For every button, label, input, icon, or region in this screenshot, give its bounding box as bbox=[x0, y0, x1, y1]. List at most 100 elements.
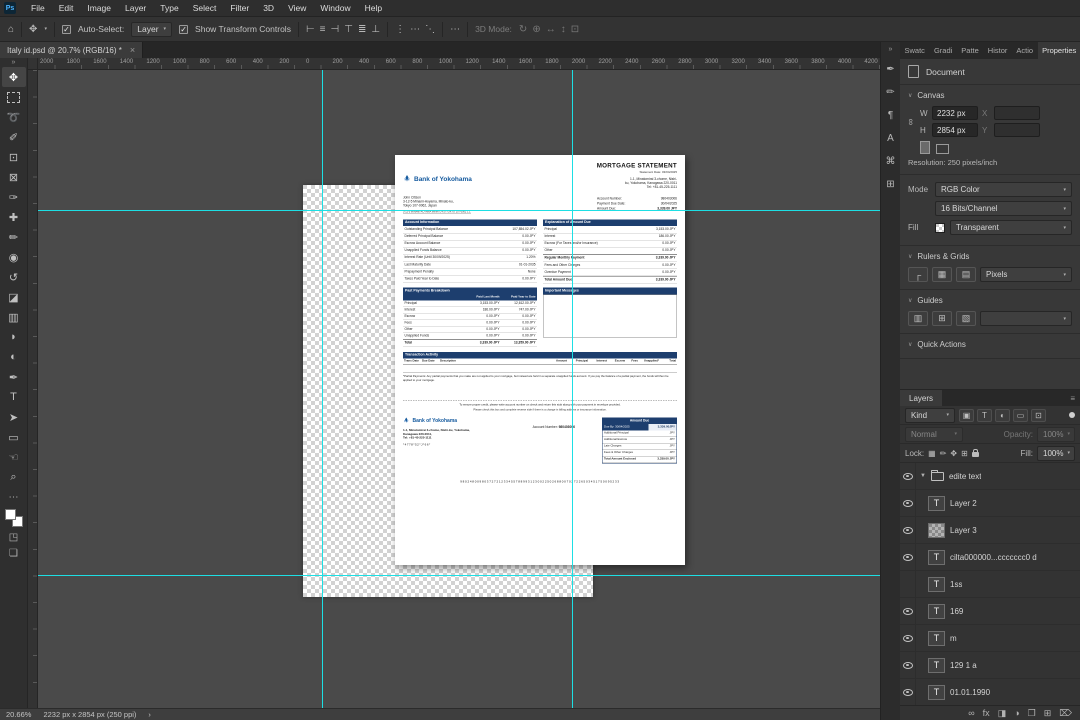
landscape-orientation-button[interactable] bbox=[936, 144, 949, 154]
filter-pixel-layers-icon[interactable]: ▣ bbox=[959, 408, 974, 422]
lock-transparent-pixels-icon[interactable]: ▦ bbox=[928, 449, 936, 458]
document-tab[interactable]: Italy id.psd @ 20.7% (RGB/16) * × bbox=[0, 42, 144, 58]
menu-window[interactable]: Window bbox=[313, 0, 357, 17]
menu-layer[interactable]: Layer bbox=[118, 0, 153, 17]
chevron-down-icon[interactable]: ∨ bbox=[908, 297, 912, 304]
toggle-grid-icon[interactable]: ▦ bbox=[932, 267, 952, 282]
guides-from-shape-icon[interactable]: ⊞ bbox=[932, 311, 952, 326]
brush-settings-panel-icon[interactable]: ✒ bbox=[883, 61, 899, 77]
align-right-edges-icon[interactable]: ⊣ bbox=[331, 24, 340, 35]
align-vertical-centers-icon[interactable]: ≣ bbox=[358, 24, 366, 35]
lasso-tool[interactable]: ➰ bbox=[2, 107, 26, 127]
filter-kind-select[interactable]: Kind ▾ bbox=[905, 407, 955, 423]
path-selection-tool[interactable]: ➤ bbox=[2, 407, 26, 427]
new-group-icon[interactable]: ❐ bbox=[1028, 708, 1036, 719]
visibility-toggle[interactable] bbox=[900, 571, 916, 597]
fill-select[interactable]: Transparent ▾ bbox=[950, 220, 1072, 235]
zoom-level[interactable]: 20.66% bbox=[6, 710, 31, 719]
visibility-toggle[interactable] bbox=[900, 652, 916, 678]
eyedropper-tool[interactable]: ✑ bbox=[2, 187, 26, 207]
layer-row[interactable]: T 1ss bbox=[900, 571, 1080, 598]
height-field[interactable]: 2854 px bbox=[932, 123, 978, 137]
visibility-toggle[interactable] bbox=[900, 490, 916, 516]
layer-row[interactable]: Tm bbox=[900, 625, 1080, 652]
visibility-toggle[interactable] bbox=[900, 463, 916, 489]
close-icon[interactable]: × bbox=[130, 45, 135, 55]
3d-slide-icon[interactable]: ↕ bbox=[561, 24, 566, 35]
3d-scale-icon[interactable]: ⊡ bbox=[571, 24, 579, 35]
layer-row[interactable]: Layer 3 bbox=[900, 517, 1080, 544]
align-top-edges-icon[interactable]: ⊤ bbox=[344, 24, 353, 35]
menu-image[interactable]: Image bbox=[80, 0, 118, 17]
blur-tool[interactable]: ◗ bbox=[2, 327, 26, 347]
layer-effects-icon[interactable]: fx bbox=[983, 708, 990, 718]
crop-tool[interactable]: ⊡ bbox=[2, 147, 26, 167]
align-horizontal-centers-icon[interactable]: ≡ bbox=[320, 24, 326, 35]
brushes-panel-icon[interactable]: ✏ bbox=[883, 84, 899, 100]
filter-smart-objects-icon[interactable]: ⊡ bbox=[1031, 408, 1046, 422]
width-field[interactable]: 2232 px bbox=[932, 106, 978, 120]
guide-horizontal[interactable] bbox=[38, 575, 880, 576]
pen-tool[interactable]: ✒ bbox=[2, 367, 26, 387]
hand-tool[interactable]: ☜ bbox=[2, 447, 26, 467]
chevron-down-icon[interactable]: ∨ bbox=[908, 341, 912, 348]
layer-row[interactable]: ▼ edite text bbox=[900, 463, 1080, 490]
color-swatches[interactable] bbox=[4, 509, 23, 527]
opacity-select[interactable]: 100% ▾ bbox=[1037, 426, 1075, 442]
3d-drag-icon[interactable]: ↔ bbox=[546, 24, 556, 35]
toolbar-collapse-icon[interactable]: » bbox=[12, 58, 16, 67]
status-chevron-icon[interactable]: › bbox=[148, 710, 151, 719]
blend-mode-select[interactable]: Normal ▾ bbox=[905, 426, 963, 442]
ruler-origin-corner[interactable] bbox=[28, 58, 38, 70]
show-transform-checkbox[interactable]: ✓ bbox=[179, 24, 189, 34]
lock-image-pixels-icon[interactable]: ✏ bbox=[940, 449, 947, 458]
screen-mode-icon[interactable]: ❏ bbox=[9, 548, 18, 559]
menu-filter[interactable]: Filter bbox=[223, 0, 256, 17]
panel-tab-properties[interactable]: Properties bbox=[1037, 42, 1080, 59]
3d-roll-icon[interactable]: ⊕ bbox=[532, 24, 540, 35]
gradient-tool[interactable]: ▥ bbox=[2, 307, 26, 327]
panel-tab-swatc[interactable]: Swatc bbox=[900, 42, 929, 59]
horizontal-ruler[interactable]: 2000 1800 1600 1400 1200 1000 800 600 400 200 0 200… bbox=[28, 58, 880, 70]
clear-guides-icon[interactable]: ▧ bbox=[956, 311, 976, 326]
layer-row[interactable]: T 169 bbox=[900, 598, 1080, 625]
glyphs-panel-icon[interactable]: ⌘ bbox=[883, 153, 899, 169]
auto-select-dropdown[interactable]: Layer ▾ bbox=[131, 21, 173, 37]
guide-vertical[interactable] bbox=[322, 70, 323, 708]
clone-stamp-tool[interactable]: ◉ bbox=[2, 247, 26, 267]
brush-tool[interactable]: ✏ bbox=[2, 227, 26, 247]
expand-panels-icon[interactable]: » bbox=[889, 42, 893, 61]
lock-all-icon[interactable] bbox=[971, 448, 979, 457]
new-guide-layout-icon[interactable]: ▥ bbox=[908, 311, 928, 326]
more-options-icon[interactable]: ⋯ bbox=[450, 24, 460, 35]
move-tool-options-icon[interactable]: ✥ bbox=[29, 24, 37, 35]
zoom-tool[interactable]: ⌕ bbox=[2, 467, 26, 487]
tab-layers[interactable]: Layers bbox=[900, 390, 943, 406]
link-layers-icon[interactable]: ∞ bbox=[968, 708, 974, 718]
visibility-toggle[interactable] bbox=[900, 625, 916, 651]
quick-mask-icon[interactable]: ◳ bbox=[9, 532, 18, 543]
lock-artboard-icon[interactable]: ⊞ bbox=[961, 449, 968, 458]
edit-toolbar-icon[interactable]: ⋯ bbox=[9, 492, 19, 503]
menu-3d[interactable]: 3D bbox=[256, 0, 281, 17]
delete-layer-icon[interactable]: ⌦ bbox=[1059, 708, 1072, 719]
frame-tool[interactable]: ⊠ bbox=[2, 167, 26, 187]
menu-select[interactable]: Select bbox=[186, 0, 224, 17]
panel-tab-actio[interactable]: Actio bbox=[1012, 42, 1038, 59]
guide-vertical[interactable] bbox=[572, 70, 573, 708]
canvas-area[interactable]: Bank of Yokohama MORTGAGE STATEMENT Stat… bbox=[38, 70, 880, 708]
eraser-tool[interactable]: ◪ bbox=[2, 287, 26, 307]
panel-tab-patte[interactable]: Patte bbox=[957, 42, 984, 59]
portrait-orientation-button[interactable] bbox=[920, 141, 930, 154]
menu-help[interactable]: Help bbox=[358, 0, 389, 17]
panel-tab-gradi[interactable]: Gradi bbox=[929, 42, 956, 59]
menu-type[interactable]: Type bbox=[153, 0, 185, 17]
layer-row[interactable]: Tcilta000000...ccccccc0 d bbox=[900, 544, 1080, 571]
layer-row[interactable]: T Layer 2 bbox=[900, 490, 1080, 517]
expander-icon[interactable]: ▼ bbox=[920, 473, 926, 479]
foreground-color-swatch[interactable] bbox=[4, 509, 16, 520]
home-icon[interactable]: ⌂ bbox=[8, 24, 14, 35]
filter-toggle[interactable] bbox=[1069, 412, 1075, 418]
chevron-down-icon[interactable]: ∨ bbox=[908, 253, 912, 260]
layer-row[interactable]: T 129 1 a bbox=[900, 652, 1080, 679]
